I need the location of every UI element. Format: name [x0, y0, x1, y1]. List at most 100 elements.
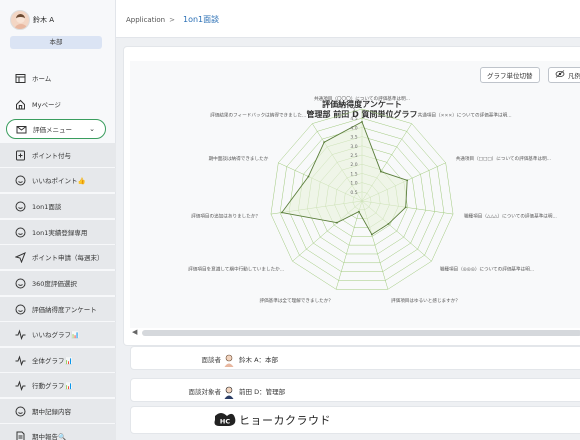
- avatar[interactable]: [10, 10, 30, 30]
- category-label: 評価項目の追加はありましたか？: [191, 213, 260, 220]
- sidebar-item-point-grant[interactable]: ポイント付与: [0, 143, 116, 167]
- data-point: [370, 233, 373, 236]
- sidebar-item-label: 期中報告🔍: [32, 433, 67, 440]
- sidebar-item-label: 1on1面談: [32, 203, 62, 211]
- tick-label: 2.0: [350, 162, 357, 168]
- company-logo: HC ヒョーカクラウド: [213, 412, 331, 428]
- target-label: 面談対象者: [188, 388, 222, 396]
- sidebar-item-label: いいねグラフ📊: [32, 331, 80, 339]
- mail-icon: [16, 124, 27, 135]
- sidebar-item-midterm-report[interactable]: 期中報告🔍: [0, 424, 116, 440]
- data-point: [404, 206, 407, 209]
- category-label: 共通項目（〇〇〇）についての評価基準は明...: [314, 95, 410, 102]
- sidebar-item-label: 行動グラフ📊: [32, 382, 73, 390]
- logo-mark-icon: HC: [213, 412, 237, 428]
- graph-toggle-button[interactable]: グラフ単位切替: [480, 67, 540, 83]
- chevron-down-icon: ⌄: [89, 125, 95, 133]
- legend-button[interactable]: 凡例: [548, 67, 580, 83]
- sidebar-item-360-eval[interactable]: 360度評価選択: [0, 271, 116, 295]
- department-badge: 本部: [10, 36, 102, 49]
- send-icon: [15, 251, 26, 263]
- category-label: 評価項目を意識して期中行動していましたか...: [188, 265, 284, 272]
- category-label: 職種項目（△△△）についての評価基準は明...: [464, 213, 557, 220]
- chart-panel: 評価納得度アンケート 管理部 前田 D 質問単位グラフ 0.5 1.0 1.5 2.0…: [123, 46, 580, 346]
- sidebar-item-action-graph[interactable]: 行動グラフ📊: [0, 373, 116, 397]
- sidebar-item-satisfaction-survey[interactable]: 評価納得度アンケート: [0, 297, 116, 321]
- sidebar: 鈴木 A 本部 ホーム Myページ 評価メニュー ⌄ ポイント付与 いいねポイン…: [0, 0, 116, 440]
- person-icon: [223, 352, 235, 367]
- legend-label: 凡例: [568, 72, 580, 80]
- interviewer-label: 面談者: [201, 356, 222, 364]
- data-point: [280, 211, 283, 214]
- sidebar-item-label: 評価メニュー: [33, 126, 72, 134]
- sidebar-item-1on1[interactable]: 1on1面談: [0, 194, 116, 218]
- smile-icon: [15, 278, 26, 289]
- data-point: [336, 221, 338, 224]
- pulse-icon: [15, 354, 26, 366]
- sidebar-item-like-graph[interactable]: いいねグラフ📊: [0, 322, 116, 346]
- sidebar-item-evaluation-menu[interactable]: 評価メニュー ⌄: [6, 119, 106, 139]
- tick-label: 3.5: [350, 135, 357, 141]
- data-point: [323, 141, 326, 144]
- scrollbar-thumb[interactable]: [142, 330, 580, 336]
- tick-label: 3.0: [350, 144, 357, 150]
- document-icon: [15, 431, 26, 440]
- sidebar-item-home[interactable]: ホーム: [0, 66, 116, 90]
- scroll-left-icon[interactable]: ◀: [132, 328, 137, 336]
- sidebar-item-label: 1on1実績登録専用: [32, 229, 88, 237]
- sidebar-item-point-request[interactable]: ポイント申請（每週末）: [0, 245, 116, 269]
- smile-icon: [15, 406, 26, 417]
- radar-chart: 0.5 1.0 1.5 2.0 2.5 3.0 3.5 4.0 4.5 5 共通項目（〇〇〇）につい…: [188, 95, 557, 304]
- breadcrumb-current: 1on1面談: [183, 15, 220, 24]
- graph-toggle-label: グラフ単位切替: [487, 72, 533, 80]
- sidebar-item-midterm-record[interactable]: 期中記録内容: [0, 399, 116, 423]
- breadcrumb: Application > 1on1面談: [126, 14, 219, 25]
- tick-label: 4.5: [350, 116, 357, 122]
- target-value: 前田 D：管理部: [239, 388, 286, 396]
- sidebar-item-label: ホーム: [32, 75, 52, 83]
- footer-logo-row: HC ヒョーカクラウド: [130, 406, 580, 434]
- sidebar-item-label: Myページ: [32, 101, 61, 109]
- smile-icon: [15, 227, 26, 238]
- logo-mark-text: HC: [220, 418, 230, 426]
- pulse-icon: [15, 328, 26, 340]
- breadcrumb-root[interactable]: Application: [126, 16, 165, 24]
- pulse-icon: [15, 379, 26, 391]
- eye-off-icon: [555, 70, 565, 80]
- category-label: 共通項目（×××）についての評価基準は明...: [418, 111, 512, 118]
- tick-label: 0.5: [350, 190, 357, 196]
- sidebar-item-like-point[interactable]: いいねポイント👍: [0, 168, 116, 192]
- smile-icon: [15, 304, 26, 315]
- sidebar-item-label: 評価納得度アンケート: [32, 306, 97, 314]
- smile-icon: [15, 175, 26, 186]
- data-series-polygon: [281, 121, 408, 236]
- data-point: [387, 222, 390, 225]
- smile-icon: [15, 201, 26, 212]
- sidebar-item-1on1-record[interactable]: 1on1実績登録専用: [0, 220, 116, 244]
- horizontal-scrollbar[interactable]: ◀: [130, 328, 580, 338]
- category-label: 評価項目はゆるいと感じますか？: [391, 297, 460, 304]
- data-point: [307, 175, 310, 178]
- sidebar-item-mypage[interactable]: Myページ: [0, 92, 116, 116]
- user-block: 鈴木 A 本部: [0, 0, 116, 56]
- interviewer-value: 鈴木 A：本部: [239, 356, 279, 364]
- logo-text: ヒョーカクラウド: [239, 414, 331, 427]
- house-icon: [15, 99, 26, 110]
- sidebar-item-label: ポイント付与: [32, 152, 71, 160]
- point-plus-icon: [15, 150, 26, 161]
- data-point: [406, 179, 409, 182]
- chart-area: 評価納得度アンケート 管理部 前田 D 質問単位グラフ 0.5 1.0 1.5 2.0…: [130, 61, 580, 329]
- header: Application > 1on1面談: [116, 0, 580, 38]
- tick-label: 1.5: [350, 171, 357, 177]
- category-label: 評価結果のフィードバックは納得できました...: [210, 111, 306, 118]
- target-row: 面談対象者 前田 D：管理部: [130, 378, 580, 402]
- user-name: 鈴木 A: [33, 16, 55, 24]
- interviewer-row: 面談者 鈴木 A：本部: [130, 346, 580, 370]
- tick-label: 5: [353, 107, 356, 113]
- sidebar-item-label: ポイント申請（每週末）: [32, 254, 104, 262]
- sidebar-item-label: 360度評価選択: [32, 280, 77, 288]
- sidebar-item-overall-graph[interactable]: 全体グラフ📊: [0, 348, 116, 372]
- category-label: 期中面談は納得できましたか: [209, 155, 269, 162]
- sidebar-item-label: いいねポイント👍: [32, 177, 86, 185]
- home-icon: [15, 73, 26, 84]
